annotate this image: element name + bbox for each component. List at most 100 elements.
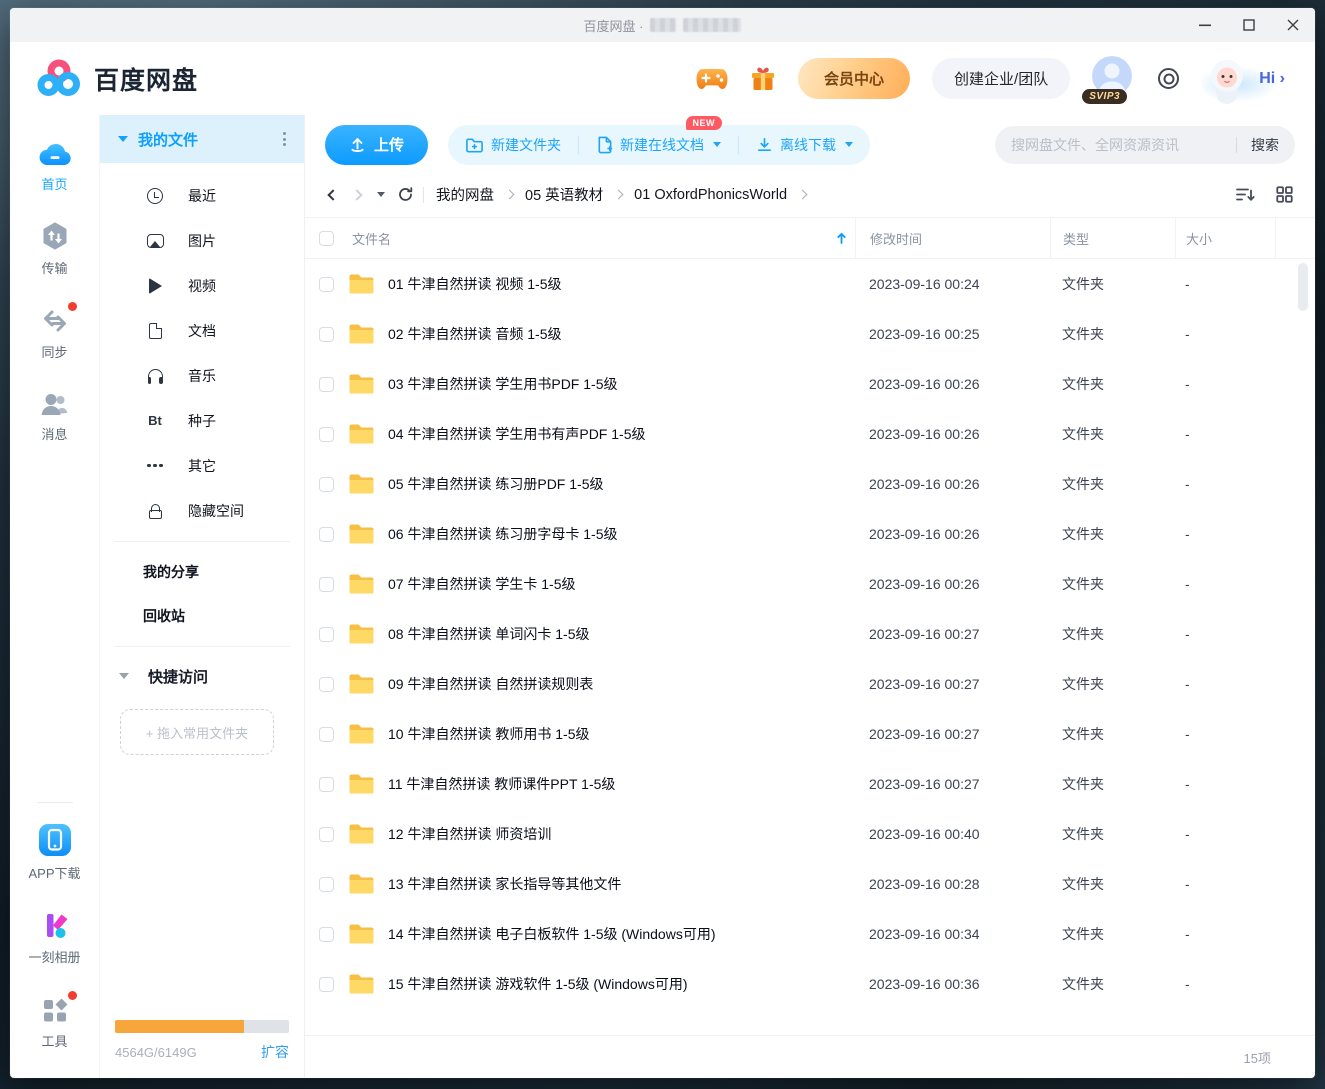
game-center-icon[interactable] (696, 67, 728, 91)
refresh-button[interactable] (393, 183, 417, 207)
close-button[interactable] (1271, 8, 1315, 42)
history-dropdown-icon[interactable] (369, 183, 393, 207)
breadcrumb-item[interactable]: 01 OxfordPhonicsWorld (634, 187, 787, 203)
offline-download-button[interactable]: 离线下载 (739, 125, 870, 165)
rail-item-sync[interactable]: 同步 (23, 306, 87, 361)
collapse-icon[interactable] (119, 673, 129, 679)
rail-item-app-download[interactable]: APP下载 (23, 823, 87, 882)
sidebar-item-others[interactable]: 其它 (100, 443, 304, 488)
quick-access-header[interactable]: 快捷访问 (100, 655, 304, 697)
column-header-name[interactable]: 文件名 (352, 229, 391, 248)
table-row[interactable]: 04 牛津自然拼读 学生用书有声PDF 1-5级 2023-09-16 00:2… (305, 409, 1315, 459)
row-checkbox[interactable] (319, 727, 334, 742)
file-name[interactable]: 07 牛津自然拼读 学生卡 1-5级 (388, 574, 855, 594)
sidebar-item-videos[interactable]: 视频 (100, 263, 304, 308)
row-checkbox[interactable] (319, 377, 334, 392)
row-checkbox[interactable] (319, 877, 334, 892)
file-name[interactable]: 08 牛津自然拼读 单词闪卡 1-5级 (388, 624, 855, 644)
file-name[interactable]: 13 牛津自然拼读 家长指导等其他文件 (388, 874, 855, 894)
new-folder-button[interactable]: 新建文件夹 (448, 125, 578, 165)
sidebar-item-hidden-space[interactable]: 隐藏空间 (100, 488, 304, 533)
table-row[interactable]: 15 牛津自然拼读 游戏软件 1-5级 (Windows可用) 2023-09-… (305, 959, 1315, 1009)
grid-view-button[interactable] (1276, 186, 1293, 203)
file-name[interactable]: 12 牛津自然拼读 师资培训 (388, 824, 855, 844)
select-all-checkbox[interactable] (319, 231, 334, 246)
file-name[interactable]: 10 牛津自然拼读 教师用书 1-5级 (388, 724, 855, 744)
sidebar-item-recycle-bin[interactable]: 回收站 (100, 594, 304, 638)
row-checkbox[interactable] (319, 577, 334, 592)
expand-storage-link[interactable]: 扩容 (261, 1042, 289, 1062)
file-name[interactable]: 01 牛津自然拼读 视频 1-5级 (388, 274, 855, 294)
table-row[interactable]: 03 牛津自然拼读 学生用书PDF 1-5级 2023-09-16 00:26 … (305, 359, 1315, 409)
file-name[interactable]: 11 牛津自然拼读 教师课件PPT 1-5级 (388, 774, 855, 794)
table-row[interactable]: 07 牛津自然拼读 学生卡 1-5级 2023-09-16 00:26 文件夹 … (305, 559, 1315, 609)
table-row[interactable]: 06 牛津自然拼读 练习册字母卡 1-5级 2023-09-16 00:26 文… (305, 509, 1315, 559)
row-checkbox[interactable] (319, 777, 334, 792)
file-name[interactable]: 06 牛津自然拼读 练习册字母卡 1-5级 (388, 524, 855, 544)
sidebar-item-my-shares[interactable]: 我的分享 (100, 550, 304, 594)
scrollbar-thumb[interactable] (1298, 263, 1308, 311)
rail-item-transfer[interactable]: 传输 (23, 222, 87, 277)
table-row[interactable]: 08 牛津自然拼读 单词闪卡 1-5级 2023-09-16 00:27 文件夹… (305, 609, 1315, 659)
row-checkbox[interactable] (319, 327, 334, 342)
rail-item-photos[interactable]: 一刻相册 (23, 911, 87, 966)
file-name[interactable]: 03 牛津自然拼读 学生用书PDF 1-5级 (388, 374, 855, 394)
upload-button[interactable]: 上传 (325, 125, 428, 165)
settings-icon[interactable] (1158, 68, 1179, 89)
row-checkbox[interactable] (319, 277, 334, 292)
table-row[interactable]: 01 牛津自然拼读 视频 1-5级 2023-09-16 00:24 文件夹 - (305, 259, 1315, 309)
sidebar-item-pictures[interactable]: 图片 (100, 218, 304, 263)
rail-item-tools[interactable]: 工具 (23, 995, 87, 1050)
sort-ascending-icon[interactable] (836, 231, 847, 245)
row-checkbox[interactable] (319, 977, 334, 992)
table-row[interactable]: 11 牛津自然拼读 教师课件PPT 1-5级 2023-09-16 00:27 … (305, 759, 1315, 809)
search-input[interactable]: 搜网盘文件、全网资源资讯 搜索 (995, 126, 1295, 164)
row-checkbox[interactable] (319, 927, 334, 942)
back-button[interactable] (321, 183, 345, 207)
row-checkbox[interactable] (319, 627, 334, 642)
breadcrumb-item[interactable]: 05 英语教材 (525, 184, 603, 205)
rail-item-home[interactable]: 首页 (23, 141, 87, 193)
column-header-type[interactable]: 类型 (1050, 218, 1175, 258)
search-button[interactable]: 搜索 (1251, 135, 1279, 155)
user-avatar[interactable]: SVIP3 (1092, 56, 1136, 102)
file-name[interactable]: 14 牛津自然拼读 电子白板软件 1-5级 (Windows可用) (388, 924, 855, 944)
file-name[interactable]: 02 牛津自然拼读 音频 1-5级 (388, 324, 855, 344)
sidebar-item-torrents[interactable]: Bt 种子 (100, 398, 304, 443)
sort-order-button[interactable] (1235, 186, 1256, 203)
sidebar-item-documents[interactable]: 文档 (100, 308, 304, 353)
more-options-icon[interactable] (279, 128, 290, 150)
file-name[interactable]: 15 牛津自然拼读 游戏软件 1-5级 (Windows可用) (388, 974, 855, 994)
file-name[interactable]: 05 牛津自然拼读 练习册PDF 1-5级 (388, 474, 855, 494)
create-team-button[interactable]: 创建企业/团队 (932, 58, 1070, 99)
table-row[interactable]: 10 牛津自然拼读 教师用书 1-5级 2023-09-16 00:27 文件夹… (305, 709, 1315, 759)
row-checkbox[interactable] (319, 677, 334, 692)
row-checkbox[interactable] (319, 827, 334, 842)
new-online-doc-button[interactable]: NEW 新建在线文档 (579, 125, 738, 165)
assistant-entry[interactable]: Hi › (1201, 53, 1291, 105)
table-row[interactable]: 13 牛津自然拼读 家长指导等其他文件 2023-09-16 00:28 文件夹… (305, 859, 1315, 909)
minimize-button[interactable] (1183, 8, 1227, 42)
rail-item-messages[interactable]: 消息 (23, 390, 87, 443)
breadcrumb-item[interactable]: 我的网盘 (436, 184, 494, 205)
gift-icon[interactable] (750, 65, 776, 92)
sidebar-item-recent[interactable]: 最近 (100, 173, 304, 218)
file-name[interactable]: 09 牛津自然拼读 自然拼读规则表 (388, 674, 855, 694)
sidebar-item-music[interactable]: 音乐 (100, 353, 304, 398)
file-name[interactable]: 04 牛津自然拼读 学生用书有声PDF 1-5级 (388, 424, 855, 444)
column-header-size[interactable]: 大小 (1175, 218, 1275, 258)
row-checkbox[interactable] (319, 427, 334, 442)
table-row[interactable]: 12 牛津自然拼读 师资培训 2023-09-16 00:40 文件夹 - (305, 809, 1315, 859)
maximize-button[interactable] (1227, 8, 1271, 42)
column-header-modified[interactable]: 修改时间 (855, 218, 1050, 258)
row-checkbox[interactable] (319, 477, 334, 492)
my-files-header[interactable]: 我的文件 (100, 115, 304, 163)
table-row[interactable]: 05 牛津自然拼读 练习册PDF 1-5级 2023-09-16 00:26 文… (305, 459, 1315, 509)
row-checkbox[interactable] (319, 527, 334, 542)
collapse-icon[interactable] (118, 136, 128, 142)
vip-center-button[interactable]: 会员中心 (798, 58, 910, 99)
table-row[interactable]: 14 牛津自然拼读 电子白板软件 1-5级 (Windows可用) 2023-0… (305, 909, 1315, 959)
table-row[interactable]: 09 牛津自然拼读 自然拼读规则表 2023-09-16 00:27 文件夹 - (305, 659, 1315, 709)
table-row[interactable]: 02 牛津自然拼读 音频 1-5级 2023-09-16 00:25 文件夹 - (305, 309, 1315, 359)
drop-folder-zone[interactable]: + 拖入常用文件夹 (120, 709, 274, 755)
